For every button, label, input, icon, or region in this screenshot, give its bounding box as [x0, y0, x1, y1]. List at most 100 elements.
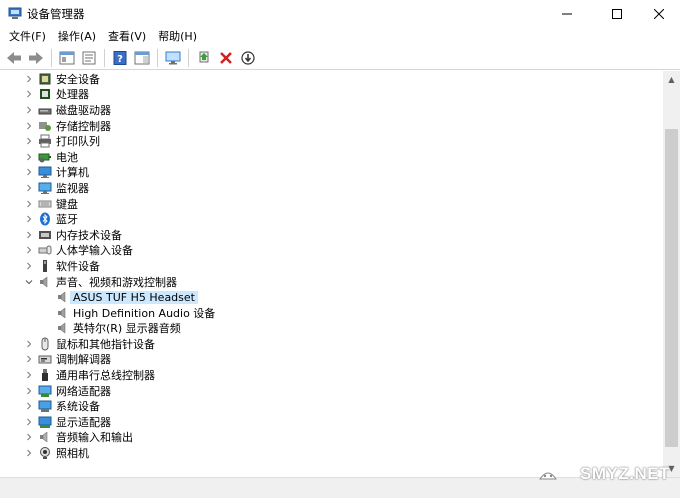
tree-node-category[interactable]: 音频输入和输出: [0, 430, 663, 446]
device-manager-app-icon: [8, 7, 22, 19]
tree-node-category[interactable]: 监视器: [0, 180, 663, 196]
tree-node-label: 打印队列: [56, 135, 100, 149]
forward-arrow-icon: [29, 51, 43, 64]
uninstall-device-icon: [220, 51, 232, 64]
back-button[interactable]: [3, 48, 25, 68]
printer-icon: [38, 134, 52, 148]
menu-file[interactable]: 文件(F): [3, 27, 52, 46]
tree-node-category[interactable]: 电池: [0, 149, 663, 165]
tree-node-category[interactable]: 处理器: [0, 87, 663, 103]
chevron-right-icon[interactable]: [24, 243, 34, 258]
menu-help[interactable]: 帮助(H): [152, 27, 203, 46]
tree-node-category[interactable]: 磁盘驱动器: [0, 102, 663, 118]
tree-node-category[interactable]: 存储控制器: [0, 118, 663, 134]
menu-view[interactable]: 查看(V): [102, 27, 152, 46]
tree-node-category[interactable]: 内存技术设备: [0, 227, 663, 243]
scroll-up-icon[interactable]: ▲: [663, 71, 680, 88]
scan-hardware-button[interactable]: [162, 48, 184, 68]
scrollbar-thumb[interactable]: [665, 129, 678, 447]
tree-node-label: 显示适配器: [56, 415, 111, 429]
chevron-right-icon[interactable]: [24, 102, 34, 117]
tree-node-category[interactable]: 蓝牙: [0, 211, 663, 227]
close-button[interactable]: [636, 0, 680, 27]
chevron-right-icon[interactable]: [24, 196, 34, 211]
tree-node-label: 软件设备: [56, 259, 100, 273]
chevron-right-icon[interactable]: [24, 414, 34, 429]
chevron-right-icon[interactable]: [24, 399, 34, 414]
tree-node-category[interactable]: 人体学输入设备: [0, 243, 663, 259]
chevron-right-icon[interactable]: [24, 118, 34, 133]
window-title: 设备管理器: [27, 7, 85, 21]
tree-node-label: 照相机: [56, 447, 89, 461]
chevron-down-icon[interactable]: [24, 274, 34, 289]
tree-node-category[interactable]: 调制解调器: [0, 352, 663, 368]
menu-action[interactable]: 操作(A): [52, 27, 102, 46]
title-bar: 设备管理器: [0, 0, 680, 27]
tree-node-label: 电池: [56, 150, 78, 164]
tree-node-category[interactable]: 声音、视频和游戏控制器: [0, 274, 663, 290]
tree-node-category[interactable]: 软件设备: [0, 258, 663, 274]
tree-node-label: 通用串行总线控制器: [56, 369, 155, 383]
chevron-right-icon[interactable]: [24, 430, 34, 445]
tree-node-category[interactable]: 键盘: [0, 196, 663, 212]
chevron-right-icon[interactable]: [24, 383, 34, 398]
disable-device-button[interactable]: [237, 48, 259, 68]
tree-node-label: 声音、视频和游戏控制器: [56, 275, 177, 289]
chevron-right-icon[interactable]: [24, 446, 34, 461]
tree-node-category[interactable]: 鼠标和其他指针设备: [0, 336, 663, 352]
system-device-icon: [38, 399, 52, 413]
maximize-button[interactable]: [594, 0, 640, 27]
tree-node-label: 人体学输入设备: [56, 244, 133, 258]
tree-node-label: 调制解调器: [56, 353, 111, 367]
uninstall-device-button[interactable]: [215, 48, 237, 68]
chevron-right-icon[interactable]: [24, 180, 34, 195]
tree-node-label: 音频输入和输出: [56, 431, 133, 445]
chevron-right-icon[interactable]: [24, 165, 34, 180]
tree-node-category[interactable]: 网络适配器: [0, 383, 663, 399]
chevron-right-icon[interactable]: [24, 149, 34, 164]
chevron-right-icon[interactable]: [24, 227, 34, 242]
show-hide-console-tree-button[interactable]: [56, 48, 78, 68]
update-driver-button[interactable]: [193, 48, 215, 68]
chevron-right-icon[interactable]: [24, 368, 34, 383]
computer-icon: [38, 165, 52, 179]
disable-device-icon: [241, 50, 255, 65]
properties-icon: [82, 51, 96, 64]
tree-node-category[interactable]: 计算机: [0, 165, 663, 181]
tree-node-category[interactable]: 显示适配器: [0, 414, 663, 430]
chevron-right-icon[interactable]: [24, 134, 34, 149]
chevron-right-icon[interactable]: [24, 212, 34, 227]
tree-node-label: 键盘: [56, 197, 78, 211]
tree-node-device[interactable]: 英特尔(R) 显示器音频: [0, 321, 663, 337]
show-hide-console-tree-icon: [59, 51, 75, 64]
toolbar-separator: [157, 48, 158, 67]
chevron-right-icon[interactable]: [24, 87, 34, 102]
tree-node-category[interactable]: 打印队列: [0, 133, 663, 149]
tree-node-label: High Definition Audio 设备: [73, 306, 216, 320]
chevron-right-icon[interactable]: [24, 352, 34, 367]
software-device-icon: [38, 259, 52, 273]
forward-button[interactable]: [25, 48, 47, 68]
tree-node-category[interactable]: 照相机: [0, 445, 663, 461]
battery-icon: [38, 150, 52, 164]
help-button[interactable]: ?: [109, 48, 131, 68]
vertical-scrollbar[interactable]: ▲ ▼: [663, 71, 680, 477]
tree-node-device[interactable]: High Definition Audio 设备: [0, 305, 663, 321]
tree-node-device[interactable]: ASUS TUF H5 Headset: [0, 289, 663, 305]
minimize-button[interactable]: [544, 0, 590, 27]
tree-node-label: 英特尔(R) 显示器音频: [73, 322, 181, 336]
chevron-right-icon[interactable]: [24, 258, 34, 273]
action-pane-button[interactable]: [131, 48, 153, 68]
speaker-icon: [56, 306, 70, 320]
chevron-right-icon[interactable]: [24, 336, 34, 351]
modem-icon: [38, 352, 52, 366]
tree-node-category[interactable]: 系统设备: [0, 398, 663, 414]
chevron-right-icon[interactable]: [24, 71, 34, 86]
properties-button[interactable]: [78, 48, 100, 68]
tree-node-category[interactable]: 通用串行总线控制器: [0, 367, 663, 383]
tree-node-label: 存储控制器: [56, 119, 111, 133]
tree-node-category[interactable]: 安全设备: [0, 71, 663, 87]
speaker-icon: [56, 321, 70, 335]
usb-icon: [38, 368, 52, 382]
tree-node-label: 系统设备: [56, 400, 100, 414]
